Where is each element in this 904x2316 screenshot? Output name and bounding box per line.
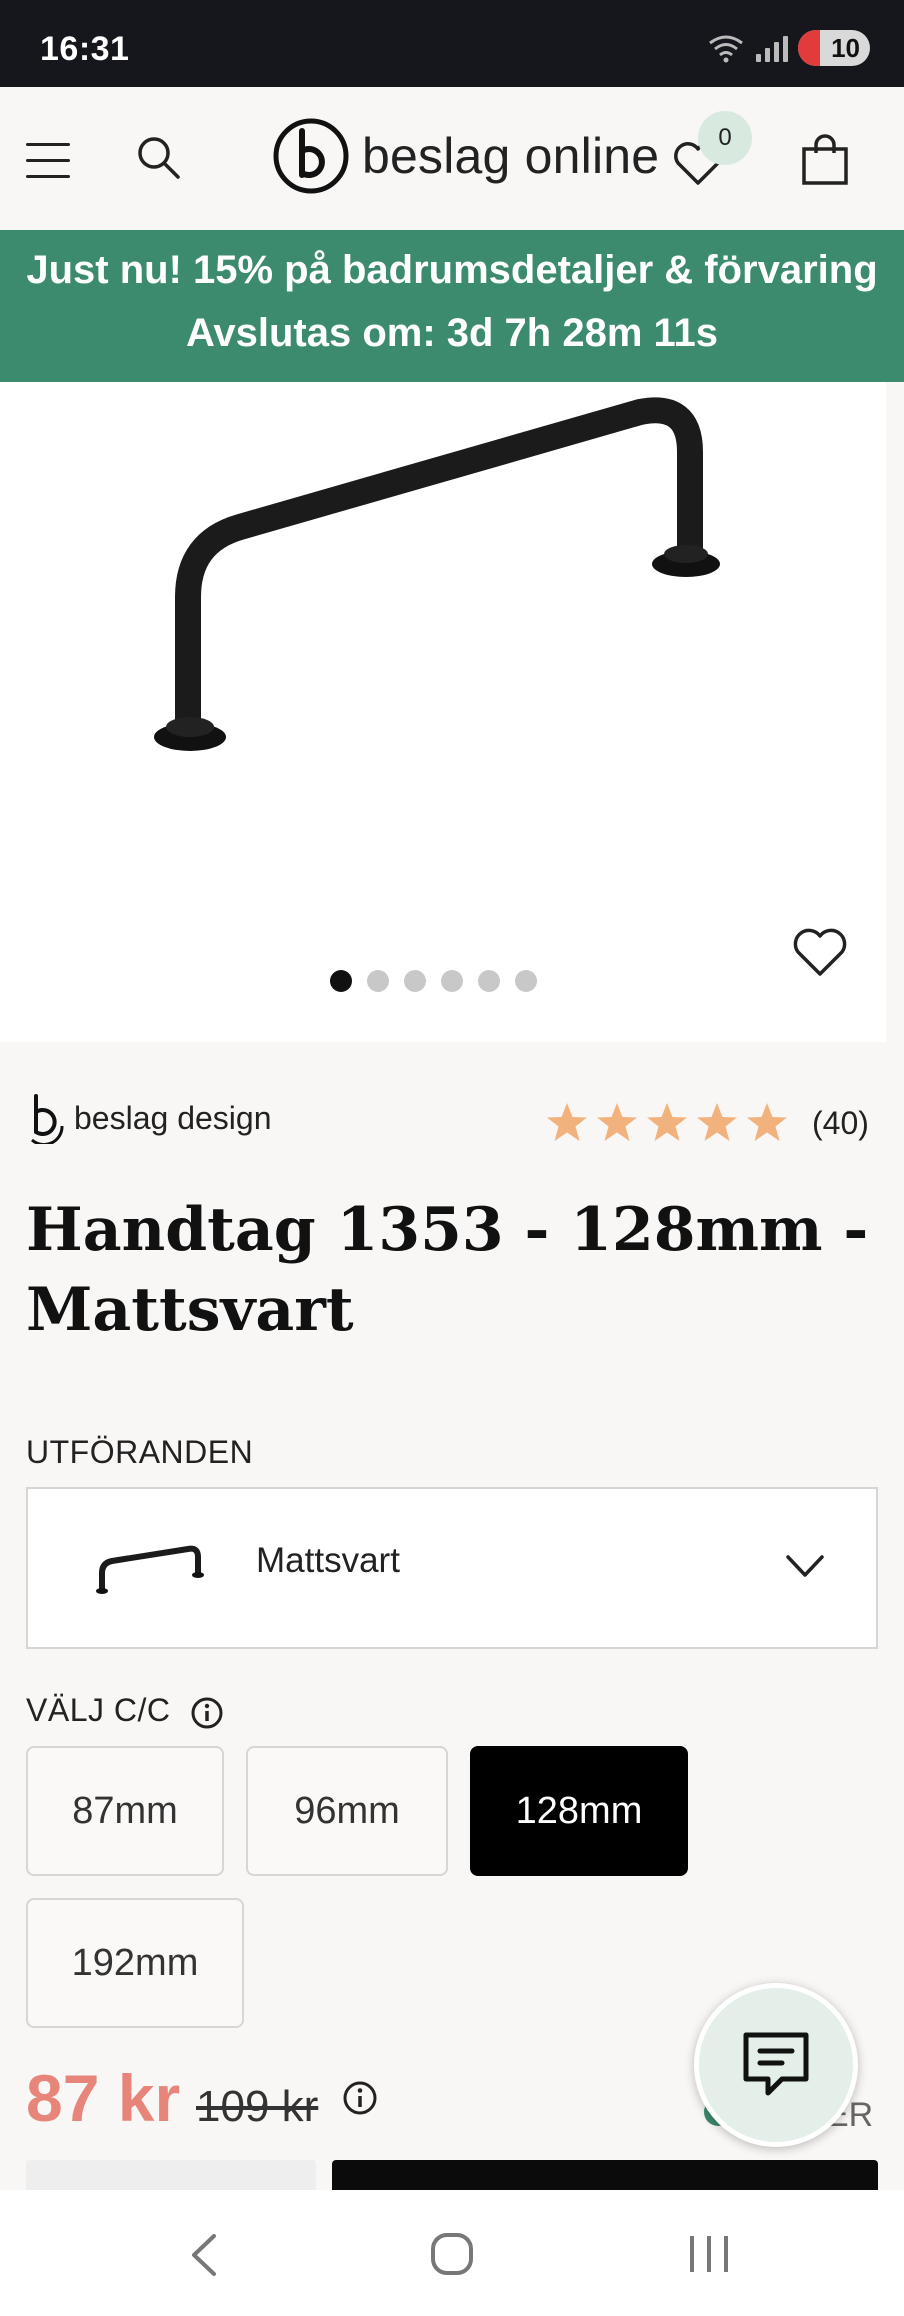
- star-icon: [547, 1103, 587, 1141]
- product-gallery[interactable]: [0, 382, 886, 1042]
- wifi-icon: [709, 35, 743, 63]
- home-icon[interactable]: [428, 2230, 476, 2278]
- gallery-dot[interactable]: [515, 970, 537, 992]
- logo-text: beslag online: [362, 128, 660, 184]
- chat-bubble-icon: [743, 2032, 809, 2096]
- cc-label-row: VÄLJ C/C: [26, 1692, 224, 1730]
- info-icon[interactable]: [190, 1696, 224, 1730]
- signal-icon: [756, 34, 788, 62]
- quantity-selector[interactable]: [26, 2160, 316, 2190]
- promo-banner[interactable]: Just nu! 15% på badrumsdetaljer & förvar…: [0, 230, 904, 382]
- original-price: 109 kr: [196, 2082, 319, 2131]
- star-icon: [697, 1103, 737, 1141]
- site-header: beslag online 0: [0, 87, 904, 230]
- product-image: [154, 397, 720, 751]
- add-to-cart-button[interactable]: [332, 2160, 878, 2190]
- promo-line1: Just nu! 15% på badrumsdetaljer & förvar…: [26, 248, 878, 292]
- variants-label: UTFÖRANDEN: [26, 1434, 254, 1470]
- brand-logo[interactable]: beslag design: [28, 1092, 271, 1144]
- promo-countdown: Avslutas om: 3d 7h 28m 11s: [185, 311, 719, 355]
- star-icon: [597, 1103, 637, 1141]
- search-icon[interactable]: [134, 133, 184, 183]
- gallery-dot[interactable]: [330, 970, 352, 992]
- battery-icon: 10: [798, 30, 870, 66]
- back-icon[interactable]: [184, 2230, 224, 2280]
- product-title: Handtag 1353 - 128mm - Mattsvart: [26, 1195, 869, 1345]
- variant-thumbnail: [84, 1503, 216, 1633]
- current-price: 87 kr: [26, 2061, 181, 2135]
- gallery-dot[interactable]: [367, 970, 389, 992]
- status-icons: 10: [706, 30, 870, 66]
- brand-mark-icon: [31, 1094, 64, 1144]
- recent-apps-icon[interactable]: [686, 2230, 732, 2278]
- star-icon: [647, 1103, 687, 1141]
- status-time: 16:31: [40, 30, 130, 68]
- rating-stars[interactable]: [544, 1100, 790, 1146]
- gallery-dot[interactable]: [478, 970, 500, 992]
- site-logo[interactable]: beslag online: [272, 117, 659, 195]
- android-nav-bar: [0, 2190, 904, 2316]
- size-option-128mm[interactable]: 128mm: [470, 1746, 688, 1876]
- rating-count[interactable]: (40): [812, 1105, 869, 1142]
- status-bar: 16:31 10: [0, 0, 904, 87]
- gallery-dot[interactable]: [404, 970, 426, 992]
- cart-bag-icon[interactable]: [798, 133, 852, 187]
- star-icon: [747, 1103, 787, 1141]
- price-info-icon[interactable]: [342, 2080, 378, 2116]
- menu-icon[interactable]: [26, 143, 70, 179]
- add-to-wishlist-heart-icon[interactable]: [790, 922, 850, 982]
- logo-mark-icon: [273, 118, 349, 194]
- gallery-dot[interactable]: [441, 970, 463, 992]
- size-option-96mm[interactable]: 96mm: [246, 1746, 448, 1876]
- cc-label: VÄLJ C/C: [26, 1692, 171, 1728]
- variant-dropdown[interactable]: Mattsvart: [26, 1487, 878, 1649]
- chevron-down-icon: [786, 1555, 824, 1577]
- selected-variant: Mattsvart: [256, 1541, 400, 1580]
- brand-name: beslag design: [74, 1099, 272, 1136]
- size-option-192mm[interactable]: 192mm: [26, 1898, 244, 2028]
- wishlist-count-badge: 0: [698, 111, 752, 165]
- battery-level: 10: [831, 32, 860, 63]
- size-option-87mm[interactable]: 87mm: [26, 1746, 224, 1876]
- gallery-dots[interactable]: [330, 970, 537, 992]
- chat-button[interactable]: [694, 1983, 858, 2147]
